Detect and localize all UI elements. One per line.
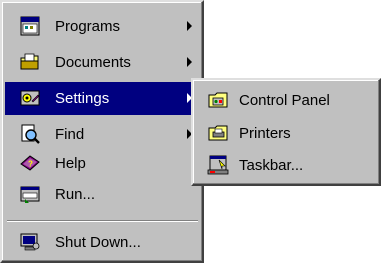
menu-item-label: Help	[55, 155, 86, 172]
menu-item-label: Documents	[55, 54, 131, 71]
submenu-item-control-panel[interactable]: Control Panel	[196, 84, 378, 117]
submenu-item-taskbar[interactable]: Taskbar...	[196, 149, 378, 182]
menu-item-label: Find	[55, 126, 85, 143]
menu-separator	[7, 220, 198, 222]
run-icon	[20, 186, 40, 203]
menu-item-documents[interactable]: Documents	[5, 46, 200, 79]
menu-item-label: Settings	[55, 90, 110, 107]
menu-item-programs[interactable]: Programs	[5, 10, 200, 43]
menu-item-run[interactable]: Run...	[5, 178, 200, 211]
menu-item-label: Run...	[55, 186, 96, 203]
menu-item-settings[interactable]: Settings	[5, 82, 200, 115]
submenu-arrow-icon	[187, 21, 192, 31]
start-menu: Programs Documents Settings Find ? Help …	[0, 0, 204, 263]
menu-item-label: Shut Down...	[55, 234, 141, 251]
help-icon: ?	[20, 155, 40, 171]
shut-down-icon	[20, 233, 40, 251]
submenu-item-label: Control Panel	[239, 92, 330, 109]
submenu-item-printers[interactable]: Printers	[196, 117, 378, 150]
svg-text:?: ?	[28, 160, 33, 169]
submenu-item-label: Taskbar...	[239, 157, 304, 174]
control-panel-icon	[208, 92, 228, 108]
documents-icon	[20, 53, 39, 70]
programs-icon	[20, 16, 40, 36]
settings-submenu: Control Panel Printers Taskbar...	[191, 78, 381, 186]
settings-icon	[20, 90, 40, 106]
submenu-item-label: Printers	[239, 125, 291, 142]
taskbar-icon	[207, 155, 229, 175]
submenu-arrow-icon	[187, 57, 192, 67]
menu-item-help[interactable]: ? Help	[5, 147, 200, 180]
menu-item-label: Programs	[55, 18, 121, 35]
menu-item-shut-down[interactable]: Shut Down...	[5, 226, 200, 259]
find-icon	[21, 124, 40, 144]
printers-icon	[208, 125, 228, 141]
